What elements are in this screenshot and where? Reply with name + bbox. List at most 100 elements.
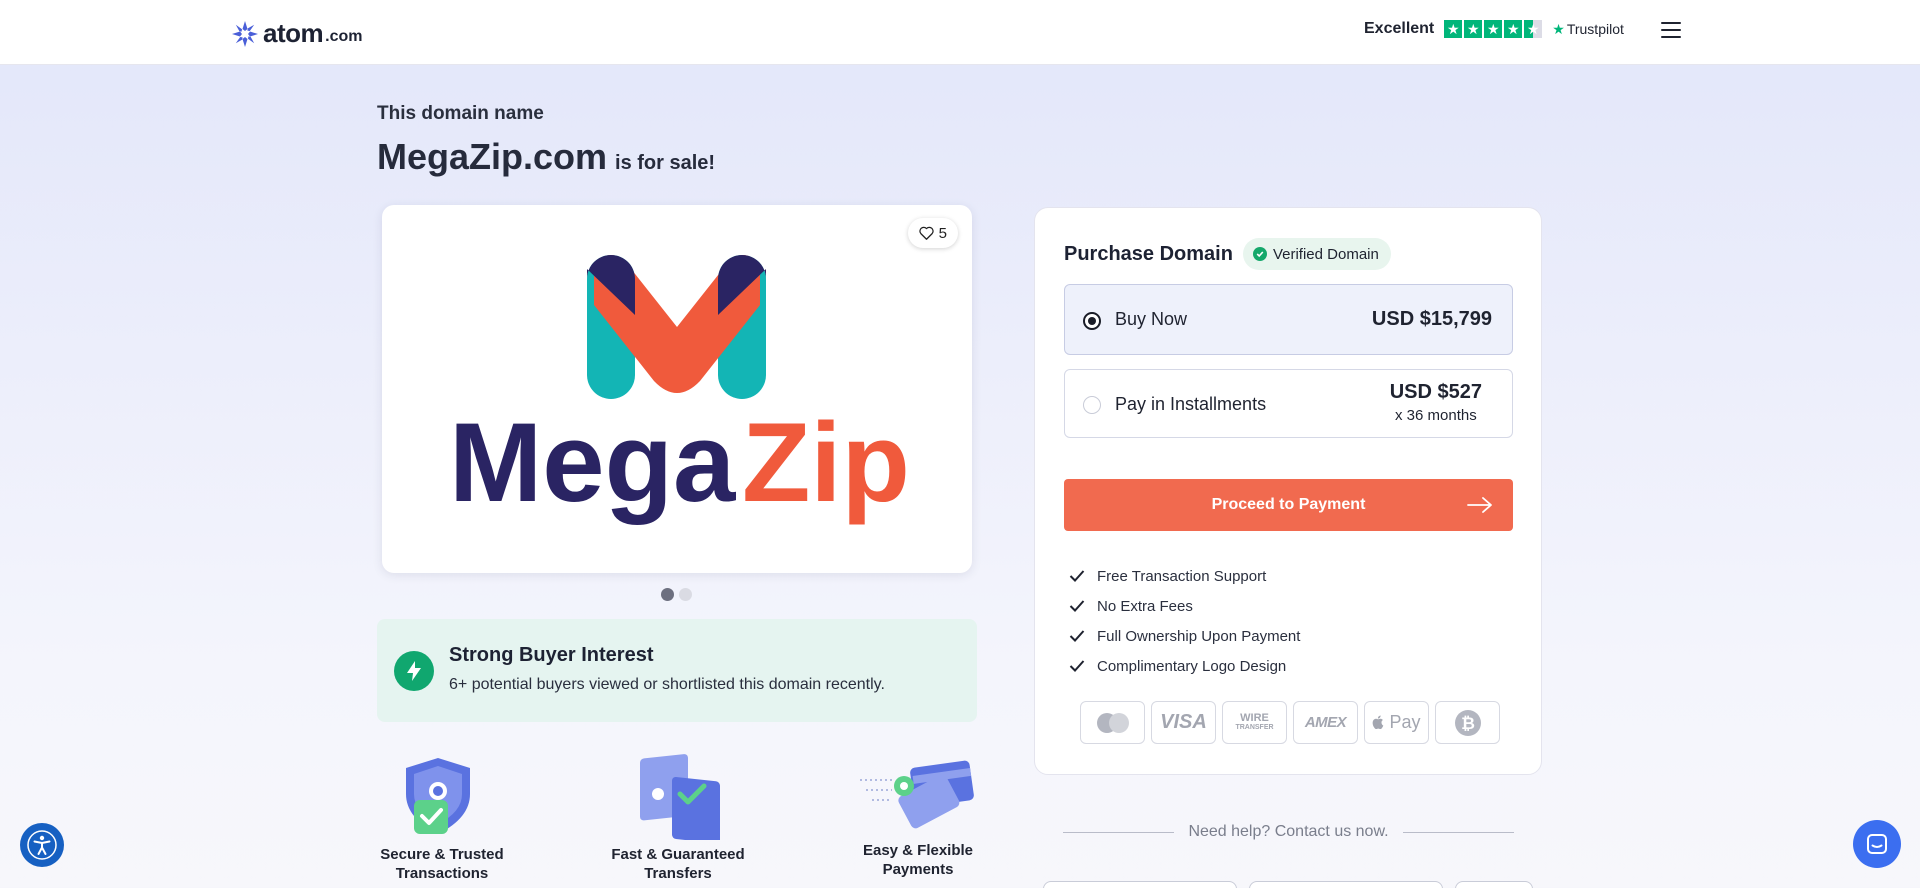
brand-word-right: Zip	[742, 400, 910, 525]
contact-option-1[interactable]	[1043, 881, 1237, 888]
help-contact-link[interactable]: Need help? Contact us now.	[1188, 823, 1388, 841]
top-header: atom .com Excellent ★ ★ ★ ★ ★ ★ Trustpil…	[0, 0, 1920, 65]
buyer-interest-banner: Strong Buyer Interest 6+ potential buyer…	[377, 619, 977, 722]
feature-label-2a: Fast & Guaranteed	[611, 846, 745, 863]
wire-label: WIRE	[1240, 711, 1269, 724]
purchase-title: Purchase Domain	[1064, 242, 1233, 265]
hamburger-menu-icon[interactable]	[1661, 22, 1681, 40]
feature-fast-transfers: Fast & Guaranteed Transfers	[603, 754, 753, 883]
page-title: MegaZip.com is for sale!	[377, 136, 715, 178]
trustpilot-label: Trustpilot	[1566, 21, 1624, 37]
chat-icon	[1867, 834, 1887, 854]
checkmark-icon	[1069, 570, 1085, 582]
help-contact: Need help? Contact us now.	[1063, 823, 1515, 841]
buy-now-label: Buy Now	[1115, 309, 1188, 329]
rating-stars: ★ ★ ★ ★ ★	[1444, 20, 1543, 38]
domain-logo-card[interactable]: Mega Zip 5	[382, 205, 972, 573]
benefit-item: Free Transaction Support	[1069, 561, 1300, 591]
star-icon: ★	[1484, 20, 1503, 38]
feature-label-2b: Transfers	[644, 865, 712, 882]
payment-methods: VISA WIRE TRANSFER AMEX Pay ₿	[1080, 701, 1500, 744]
amex-label: AMEX	[1304, 714, 1347, 731]
star-icon: ★	[1504, 20, 1523, 38]
transfer-label: TRANSFER	[1235, 723, 1274, 731]
carousel-dot-1[interactable]	[661, 588, 674, 601]
purchase-header: Purchase Domain Verified Domain	[1064, 238, 1391, 270]
feature-label-3b: Payments	[882, 861, 954, 878]
favorite-count: 5	[938, 224, 947, 242]
amex-icon: AMEX	[1293, 701, 1358, 744]
for-sale-label: is for sale!	[615, 152, 716, 174]
feature-label-1a: Secure & Trusted	[380, 846, 504, 863]
apple-pay-label: Pay	[1372, 712, 1421, 733]
heart-icon	[918, 226, 934, 240]
bitcoin-icon: ₿	[1435, 701, 1500, 744]
benefit-item: Full Ownership Upon Payment	[1069, 621, 1300, 651]
megazip-logo-image: Mega Zip	[449, 255, 910, 525]
favorite-button[interactable]: 5	[907, 218, 958, 248]
checkmark-icon	[1069, 600, 1085, 612]
credit-cards-icon	[860, 760, 974, 829]
feature-secure-transactions: Secure & Trusted Transactions	[377, 754, 507, 883]
trustpilot-brand: ★ Trustpilot	[1552, 21, 1624, 38]
contact-option-2[interactable]	[1249, 881, 1443, 888]
wire-transfer-icon: WIRE TRANSFER	[1222, 701, 1287, 744]
apple-pay-text: Pay	[1389, 712, 1421, 732]
half-star-icon: ★	[1524, 20, 1543, 38]
accessibility-button[interactable]	[20, 823, 64, 867]
feature-flexible-payments: Easy & Flexible Payments	[853, 754, 983, 879]
carousel-dot-2[interactable]	[679, 588, 692, 601]
benefit-label: No Extra Fees	[1097, 597, 1193, 615]
buy-now-radio[interactable]	[1083, 312, 1101, 330]
interest-subtitle: 6+ potential buyers viewed or shortliste…	[449, 676, 885, 693]
lightning-bolt-icon	[394, 651, 434, 691]
chat-button[interactable]	[1853, 820, 1901, 868]
trustpilot-star-icon: ★	[1552, 20, 1565, 37]
installments-radio[interactable]	[1083, 396, 1101, 414]
verified-label: Verified Domain	[1272, 245, 1379, 263]
shield-check-icon	[406, 758, 470, 834]
installments-label: Pay in Installments	[1115, 394, 1267, 414]
apple-icon	[1373, 715, 1384, 730]
benefit-label: Free Transaction Support	[1097, 567, 1267, 585]
carousel-dots	[661, 588, 692, 601]
proceed-label: Proceed to Payment	[1211, 496, 1366, 513]
buy-now-option[interactable]: Buy Now USD $15,799	[1064, 284, 1513, 355]
installments-price: USD $527	[1389, 381, 1482, 403]
purchase-panel: Purchase Domain Verified Domain Buy Now …	[1034, 207, 1542, 775]
contact-option-3[interactable]	[1455, 881, 1533, 888]
domain-name: MegaZip.com	[377, 136, 608, 177]
installments-option[interactable]: Pay in Installments USD $527 x 36 months	[1064, 369, 1513, 438]
brand-word-left: Mega	[449, 400, 736, 525]
visa-icon: VISA	[1151, 701, 1216, 744]
mastercard-icon	[1080, 701, 1145, 744]
proceed-to-payment-button[interactable]: Proceed to Payment	[1064, 479, 1513, 531]
interest-title: Strong Buyer Interest	[449, 644, 654, 666]
transfer-browser-icon	[640, 754, 720, 844]
apple-pay-icon: Pay	[1364, 701, 1429, 744]
benefits-list: Free Transaction Support No Extra Fees F…	[1069, 561, 1300, 681]
help-divider-right	[1402, 831, 1515, 833]
feature-label-3a: Easy & Flexible	[862, 842, 974, 859]
arrow-right-icon	[1467, 497, 1492, 513]
logo-tld: .com	[325, 27, 363, 45]
star-icon: ★	[1464, 20, 1483, 38]
benefit-item: No Extra Fees	[1069, 591, 1300, 621]
checkmark-icon	[1069, 630, 1085, 642]
svg-text:₿: ₿	[1461, 714, 1475, 733]
help-divider-left	[1063, 831, 1175, 833]
rating-label: Excellent	[1364, 20, 1435, 37]
atom-logo[interactable]: atom .com	[231, 18, 362, 49]
benefit-label: Full Ownership Upon Payment	[1097, 627, 1301, 645]
buy-now-price: USD $15,799	[1371, 308, 1492, 330]
visa-label: VISA	[1160, 711, 1207, 733]
feature-label-1b: Transactions	[395, 865, 489, 882]
domain-eyebrow: This domain name	[377, 103, 544, 124]
verified-domain-badge: Verified Domain	[1242, 238, 1391, 270]
trustpilot-rating[interactable]: Excellent ★ ★ ★ ★ ★ ★ Trustpilot	[1364, 20, 1624, 38]
verified-check-icon	[1252, 247, 1267, 261]
accessibility-icon	[27, 830, 57, 860]
installments-price-block: USD $527 x 36 months	[1390, 381, 1482, 424]
benefit-item: Complimentary Logo Design	[1069, 651, 1300, 681]
benefit-label: Complimentary Logo Design	[1097, 657, 1287, 675]
